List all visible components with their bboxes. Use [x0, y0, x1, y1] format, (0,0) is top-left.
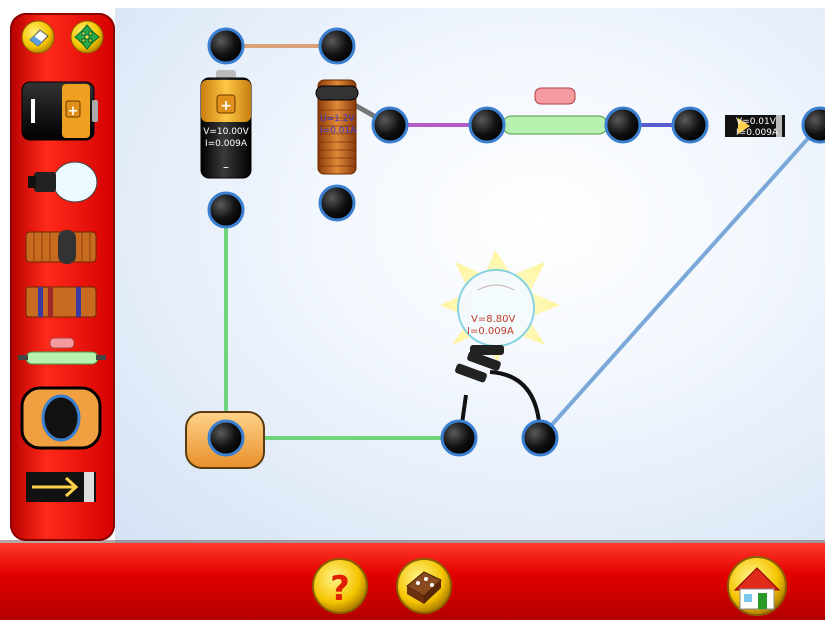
- node[interactable]: [318, 27, 356, 65]
- battery-voltage: V=10.00V: [203, 127, 249, 137]
- diode-voltage: V=0.01V: [736, 117, 777, 127]
- connection-nodes[interactable]: [207, 27, 825, 457]
- node[interactable]: [207, 191, 245, 229]
- home-button[interactable]: [727, 556, 787, 616]
- circuit-canvas: + V=10.00V I=0.009A – U=1.2V I=0.01A V=0…: [185, 27, 825, 469]
- resistor-icon: [25, 286, 97, 318]
- chocolate-button[interactable]: [396, 558, 452, 614]
- bulb-voltage: V=8.80V: [471, 314, 515, 325]
- tool-inductor[interactable]: [25, 230, 97, 264]
- node[interactable]: [801, 106, 825, 144]
- push-switch-icon: [49, 337, 75, 349]
- node[interactable]: [440, 419, 478, 457]
- battery-minus: –: [223, 160, 229, 174]
- diode-component[interactable]: V=0.01V I=0.009A: [725, 115, 785, 138]
- help-button[interactable]: ?: [312, 558, 368, 614]
- push-switch-component[interactable]: [502, 87, 608, 135]
- toolbox-icons: +: [18, 20, 106, 502]
- tool-light-bulb[interactable]: [28, 161, 98, 203]
- tool-resistor[interactable]: [25, 286, 97, 318]
- node[interactable]: [521, 419, 559, 457]
- battery-icon: +: [68, 104, 79, 119]
- node[interactable]: [207, 419, 245, 457]
- tool-diode[interactable]: [26, 472, 96, 502]
- battery-component[interactable]: + V=10.00V I=0.009A –: [200, 70, 252, 179]
- bulb-current: I=0.009A: [467, 326, 514, 337]
- node[interactable]: [468, 106, 506, 144]
- node[interactable]: [604, 106, 642, 144]
- bulb-icon: [52, 161, 98, 203]
- tool-ammeter[interactable]: [20, 386, 102, 450]
- coil-component[interactable]: U=1.2V I=0.01A: [315, 79, 359, 175]
- coil-current: I=0.01A: [320, 126, 357, 136]
- node[interactable]: [207, 27, 245, 65]
- question-mark-icon: ?: [330, 569, 350, 609]
- app-window: + V=10.00V I=0.009A – U=1.2V I=0.01A V=0…: [0, 0, 825, 620]
- wire-blue[interactable]: [538, 123, 822, 440]
- eraser-button[interactable]: [21, 20, 55, 54]
- node[interactable]: [371, 106, 409, 144]
- battery-current: I=0.009A: [205, 139, 248, 149]
- coil-voltage: U=1.2V: [320, 114, 355, 124]
- light-bulb-component[interactable]: V=8.80V I=0.009A: [440, 250, 560, 439]
- node[interactable]: [671, 106, 709, 144]
- battery-plus: +: [220, 98, 232, 114]
- tool-battery[interactable]: +: [21, 81, 98, 141]
- tool-switch[interactable]: [18, 337, 106, 365]
- move-button[interactable]: [70, 20, 104, 54]
- diode-current: I=0.009A: [736, 128, 779, 138]
- node[interactable]: [318, 184, 356, 222]
